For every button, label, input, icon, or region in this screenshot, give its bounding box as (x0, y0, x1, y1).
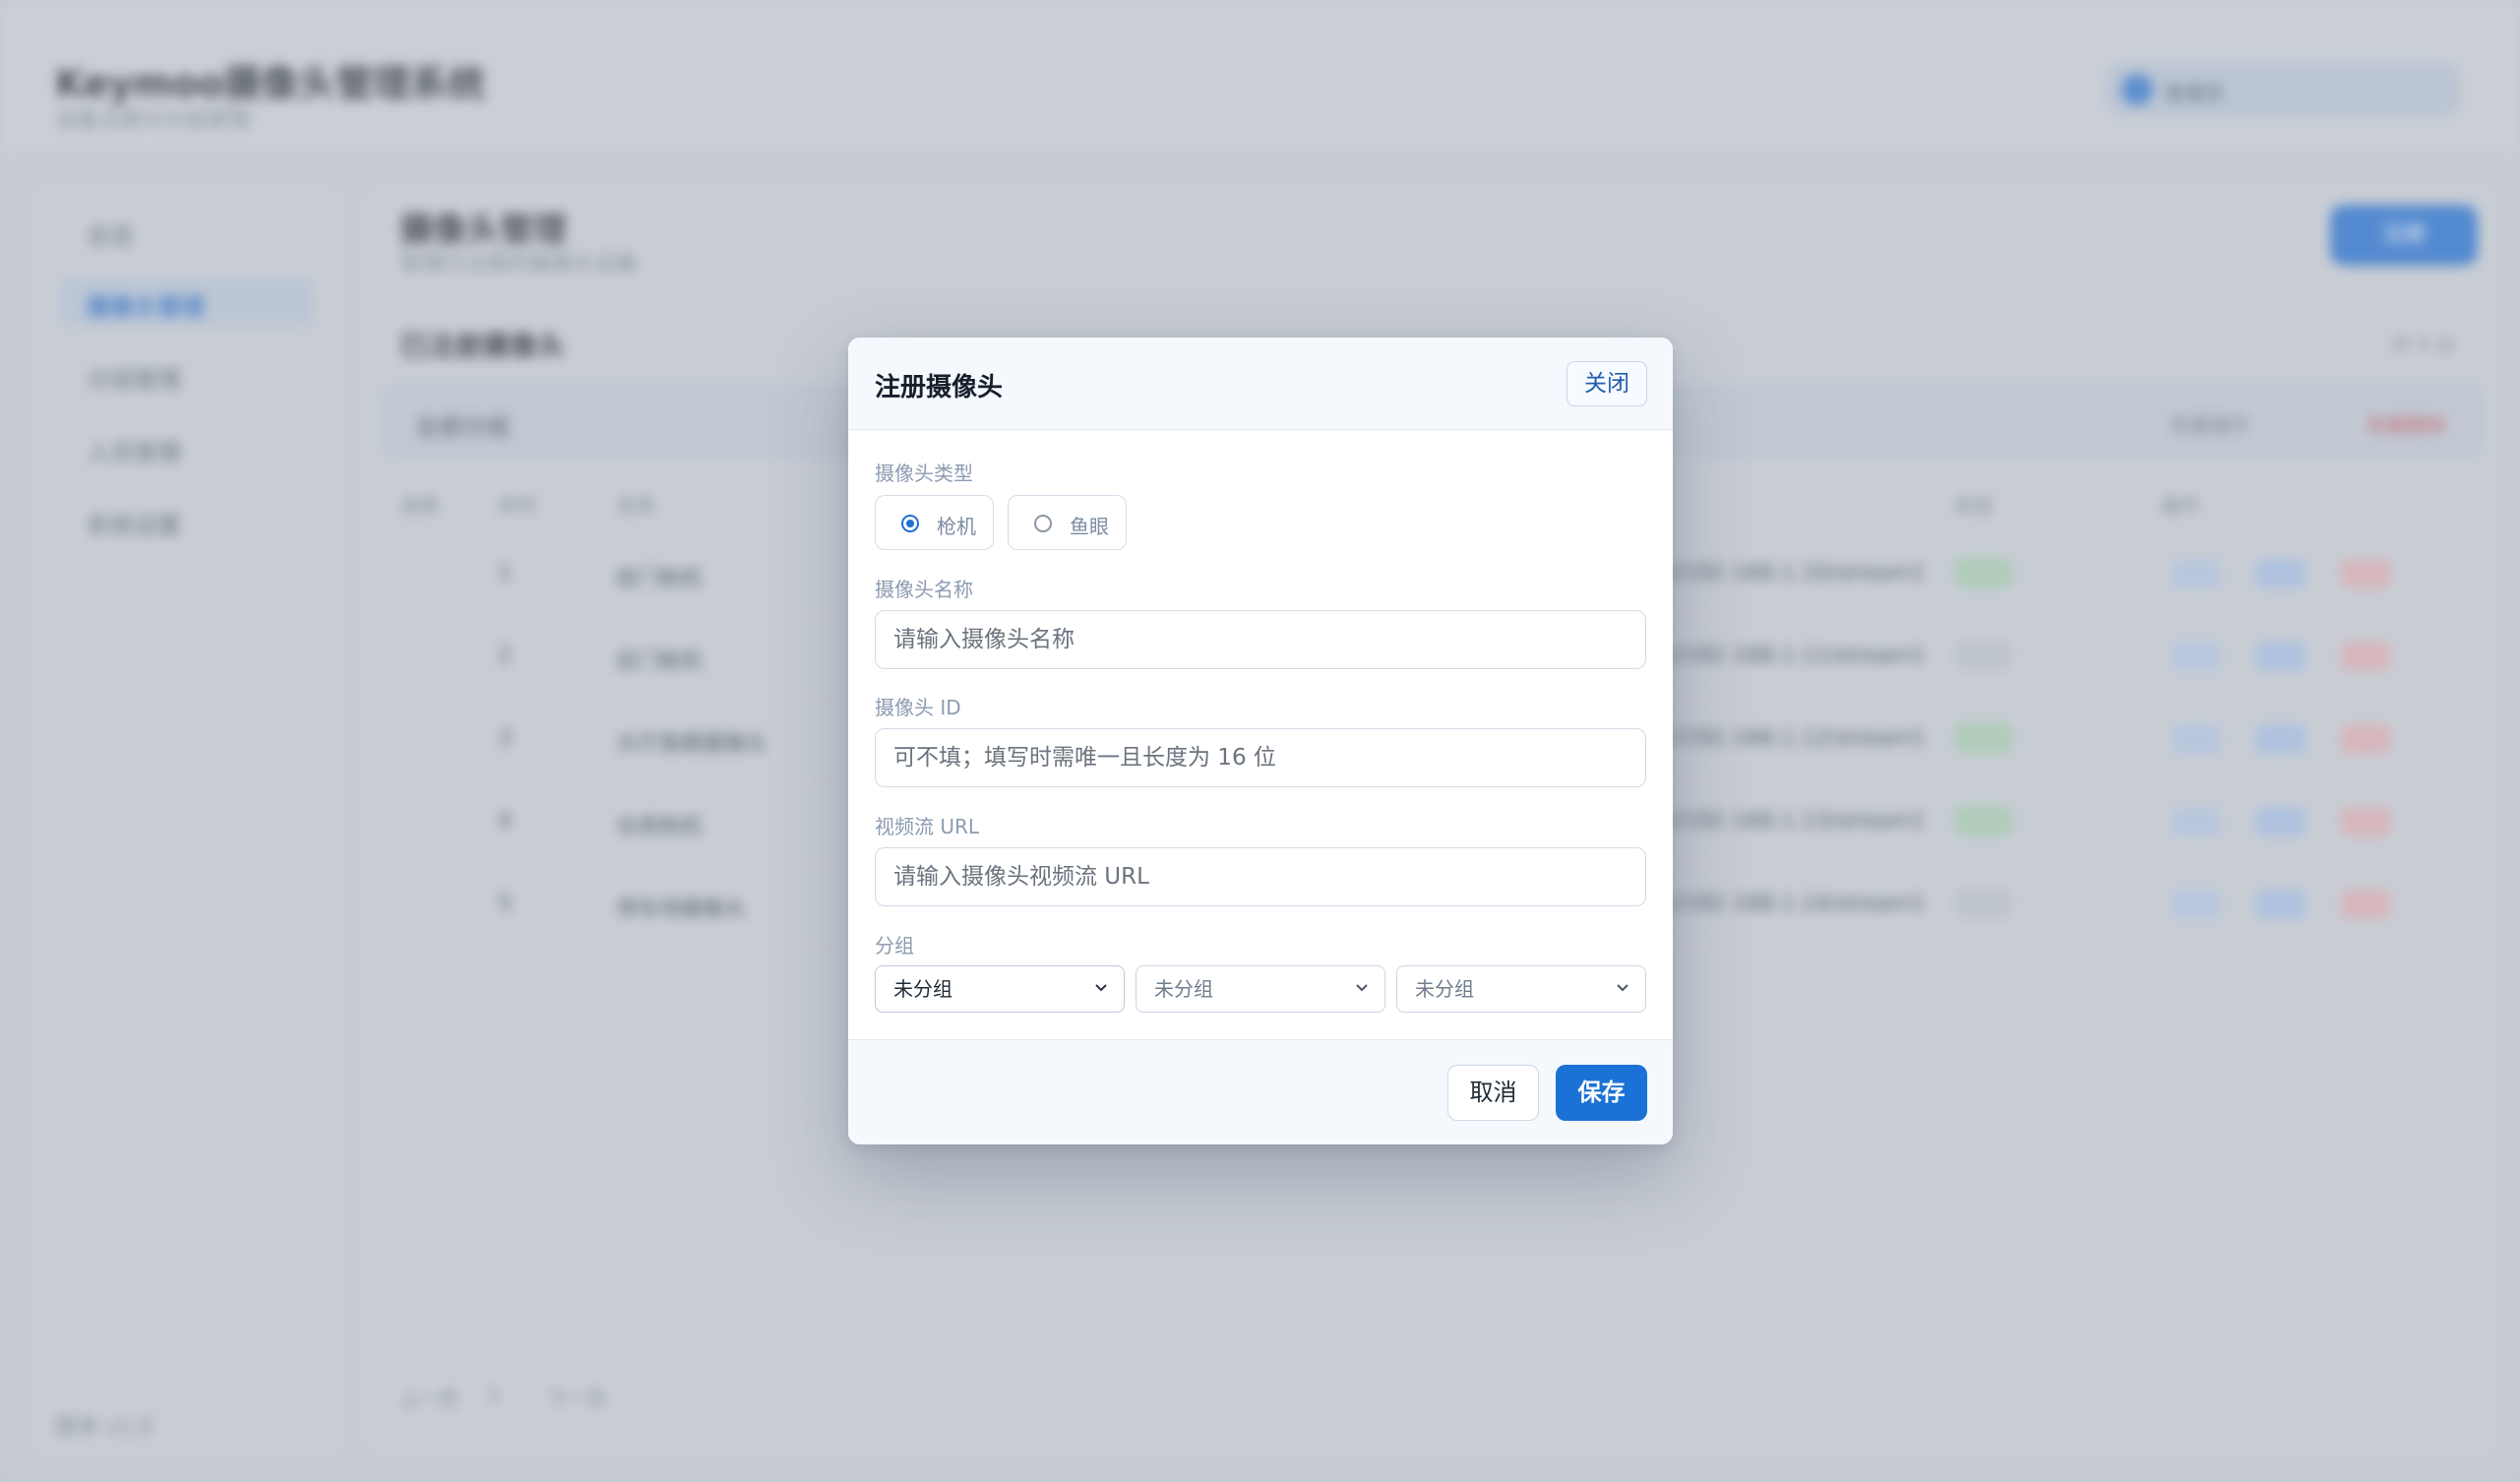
group-select-level-1[interactable]: 未分组 (875, 965, 1125, 1013)
dialog-title: 注册摄像头 (875, 373, 1004, 402)
close-button[interactable]: 关闭 (1567, 361, 1647, 406)
camera-id-label: 摄像头 ID (875, 696, 961, 719)
select-value: 未分组 (1415, 977, 1474, 1001)
register-camera-dialog: 注册摄像头 关闭 摄像头类型 枪机 鱼眼 摄像头名称 摄像头 ID 视频流 UR… (848, 338, 1673, 1144)
save-button[interactable]: 保存 (1556, 1065, 1647, 1121)
dialog-footer (848, 1039, 1673, 1144)
cancel-button[interactable]: 取消 (1447, 1065, 1539, 1121)
stream-url-input[interactable] (875, 847, 1646, 906)
camera-id-input[interactable] (875, 728, 1646, 787)
group-select-level-3[interactable]: 未分组 (1396, 965, 1646, 1013)
stream-url-label: 视频流 URL (875, 815, 980, 838)
select-value: 未分组 (893, 977, 953, 1001)
chevron-down-icon (1617, 984, 1629, 992)
group-select-level-2[interactable]: 未分组 (1136, 965, 1385, 1013)
group-label: 分组 (875, 934, 914, 957)
select-value: 未分组 (1154, 977, 1213, 1001)
chevron-down-icon (1356, 984, 1368, 992)
camera-name-label: 摄像头名称 (875, 578, 973, 601)
dialog-header: 注册摄像头 关闭 (848, 338, 1673, 430)
radio-label: 枪机 (937, 515, 976, 538)
radio-option-fisheye[interactable]: 鱼眼 (1008, 495, 1127, 550)
radio-unchecked-icon (1034, 515, 1052, 532)
camera-name-input[interactable] (875, 610, 1646, 669)
radio-checked-icon (901, 515, 919, 532)
radio-label: 鱼眼 (1070, 515, 1109, 538)
camera-type-label: 摄像头类型 (875, 462, 973, 485)
chevron-down-icon (1095, 984, 1107, 992)
radio-option-bullet[interactable]: 枪机 (875, 495, 994, 550)
